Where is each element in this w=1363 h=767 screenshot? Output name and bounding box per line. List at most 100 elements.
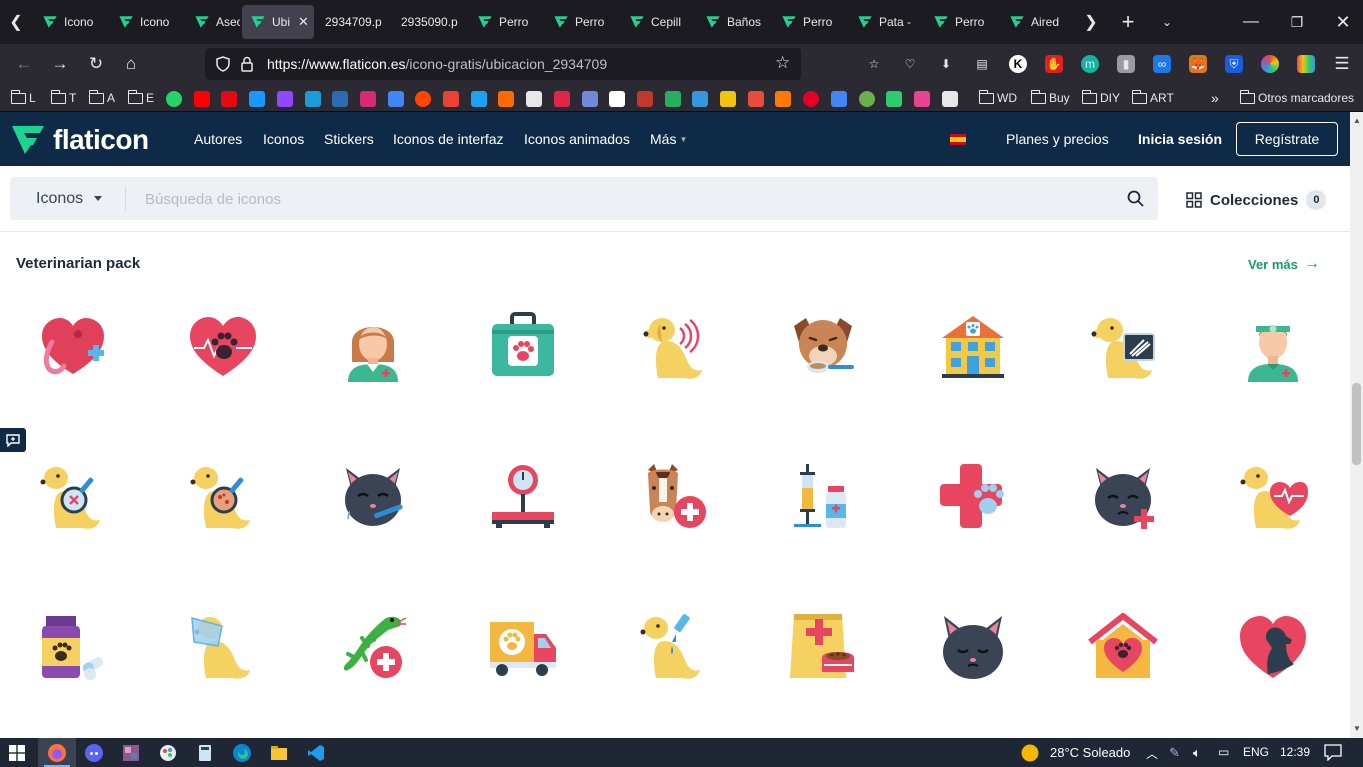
edge-icon[interactable]	[232, 743, 252, 763]
cube-icon[interactable]	[913, 91, 930, 107]
other-bookmarks-folder[interactable]: Otros marcadores	[1239, 89, 1354, 107]
browser-tab[interactable]: Pata -	[849, 5, 917, 39]
icon-card[interactable]	[188, 612, 258, 682]
windows-start-icon[interactable]	[9, 745, 25, 761]
icon-card[interactable]	[338, 312, 408, 382]
vscode-icon[interactable]	[306, 743, 326, 763]
taskbar-firefox-active[interactable]	[38, 738, 76, 767]
app-menu-icon[interactable]: ☰	[1326, 44, 1358, 84]
login-link[interactable]: Inicia sesión	[1138, 131, 1222, 147]
nav-mas[interactable]: Más ▼	[650, 131, 687, 147]
twitch-icon[interactable]	[276, 91, 293, 107]
klarna-extension-icon[interactable]: K	[1009, 55, 1027, 73]
forward-icon[interactable]: →	[44, 44, 76, 84]
icon-card[interactable]	[638, 312, 708, 382]
file-explorer-icon[interactable]	[269, 743, 289, 763]
download-red-icon[interactable]	[747, 91, 764, 107]
terminal-icon[interactable]	[886, 91, 903, 107]
news-icon[interactable]	[692, 91, 709, 107]
plans-link[interactable]: Planes y precios	[1006, 131, 1109, 147]
scrollbar-thumb[interactable]	[1352, 383, 1361, 465]
reload-icon[interactable]: ↻	[80, 44, 112, 84]
bookmark-folder-diy[interactable]: DIY	[1081, 89, 1120, 107]
icon-card[interactable]	[938, 312, 1008, 382]
icon-card[interactable]	[188, 312, 258, 382]
icon-card[interactable]	[1088, 312, 1158, 382]
prime-video-icon[interactable]	[249, 91, 266, 107]
nav-autores[interactable]: Autores	[194, 131, 242, 147]
browser-tab[interactable]: Aired	[1001, 5, 1069, 39]
icon-card[interactable]	[1088, 462, 1158, 532]
lock-icon[interactable]	[240, 56, 254, 72]
clock[interactable]: 12:39	[1280, 745, 1310, 759]
browser-tab[interactable]: Aseo -	[186, 5, 240, 39]
address-bar[interactable]: https://www.flaticon.es/icono-gratis/ubi…	[205, 48, 801, 80]
icon-card[interactable]	[338, 612, 408, 682]
url-text[interactable]: https://www.flaticon.es/icono-gratis/ubi…	[267, 56, 607, 72]
reader-view-icon[interactable]: ▤	[973, 55, 991, 73]
podcast-icon[interactable]	[775, 91, 792, 107]
back-icon[interactable]: ←	[8, 44, 40, 84]
color-wheel-extension-icon[interactable]	[1261, 55, 1279, 73]
browser-tab[interactable]: Cepill	[621, 5, 689, 39]
calculator-icon[interactable]	[195, 743, 215, 763]
notifications-icon[interactable]	[1324, 744, 1342, 761]
reddit-icon[interactable]	[415, 91, 432, 107]
icon-card[interactable]	[1238, 462, 1308, 532]
icon-card[interactable]	[338, 462, 408, 532]
palette-grid-extension-icon[interactable]	[1297, 55, 1315, 73]
crossword-icon[interactable]	[526, 91, 543, 107]
cloud-icon[interactable]	[332, 91, 349, 107]
bookmark-folder[interactable]: L	[10, 89, 36, 107]
instagram-icon[interactable]	[359, 91, 376, 107]
icon-card[interactable]	[488, 612, 558, 682]
page-scrollbar[interactable]: ▲ ▼	[1350, 112, 1363, 738]
shield-icon[interactable]	[215, 56, 231, 72]
browser-tab[interactable]: 2935090.p	[393, 5, 467, 39]
speaker-bm-icon[interactable]	[941, 91, 958, 107]
icon-card[interactable]	[788, 312, 858, 382]
bookmark-folder-art[interactable]: ART	[1131, 89, 1174, 107]
bookmark-folder-wd[interactable]: WD	[978, 89, 1017, 107]
bitwarden-shield-icon[interactable]: ⛨	[1225, 55, 1243, 73]
spain-flag-icon[interactable]	[950, 134, 966, 145]
new-tab-icon[interactable]: +	[1113, 0, 1143, 44]
tray-chevron-icon[interactable]: ︿	[1146, 745, 1158, 762]
browser-tab[interactable]: Perro	[773, 5, 841, 39]
close-window-icon[interactable]: ✕	[1328, 0, 1358, 44]
browser-tab[interactable]: Perro	[925, 5, 993, 39]
pocket-save-icon[interactable]: ☆	[865, 55, 883, 73]
book-extension-icon[interactable]: ▮	[1117, 55, 1135, 73]
bookmark-folder-buy[interactable]: Buy	[1030, 89, 1070, 107]
icon-card[interactable]	[638, 612, 708, 682]
list-all-tabs-icon[interactable]: ⌄	[1152, 0, 1182, 44]
nav-iconos-animados[interactable]: Iconos animados	[524, 131, 630, 147]
download-manager-icon[interactable]	[664, 91, 681, 107]
photo-app-icon[interactable]	[121, 743, 141, 763]
icon-card[interactable]	[488, 312, 558, 382]
icon-card[interactable]	[638, 462, 708, 532]
see-more-link[interactable]: Ver más →	[1248, 255, 1320, 273]
search-type-select[interactable]: Iconos	[36, 190, 83, 208]
pocket-icon[interactable]: ♡	[901, 55, 919, 73]
youtube-icon[interactable]	[193, 91, 210, 107]
metamask-fox-icon[interactable]: 🦊	[1189, 55, 1207, 73]
sun-weather-icon[interactable]	[1020, 743, 1040, 763]
speaker-icon[interactable]: 🔈︎	[1193, 745, 1201, 761]
icon-card[interactable]	[788, 462, 858, 532]
icon-card[interactable]	[38, 462, 108, 532]
bookmark-folder[interactable]: E	[127, 89, 154, 107]
browser-tab[interactable]: Perro	[469, 5, 537, 39]
infinity-extension-icon[interactable]: ∞	[1153, 55, 1171, 73]
pinterest-icon[interactable]	[803, 91, 820, 107]
browser-tab[interactable]: Icono	[34, 5, 102, 39]
adblock-hand-icon[interactable]: ✋	[1045, 55, 1063, 73]
icon-card[interactable]	[1238, 612, 1308, 682]
google-translate-icon[interactable]	[387, 91, 404, 107]
paint-app-icon[interactable]	[158, 743, 178, 763]
download-icon[interactable]: ⬇	[937, 55, 955, 73]
discord-icon[interactable]	[84, 743, 104, 763]
scroll-down-icon[interactable]: ▼	[1353, 724, 1361, 733]
browser-tab[interactable]: Perro	[545, 5, 613, 39]
network-icon[interactable]: ▭	[1218, 745, 1229, 759]
